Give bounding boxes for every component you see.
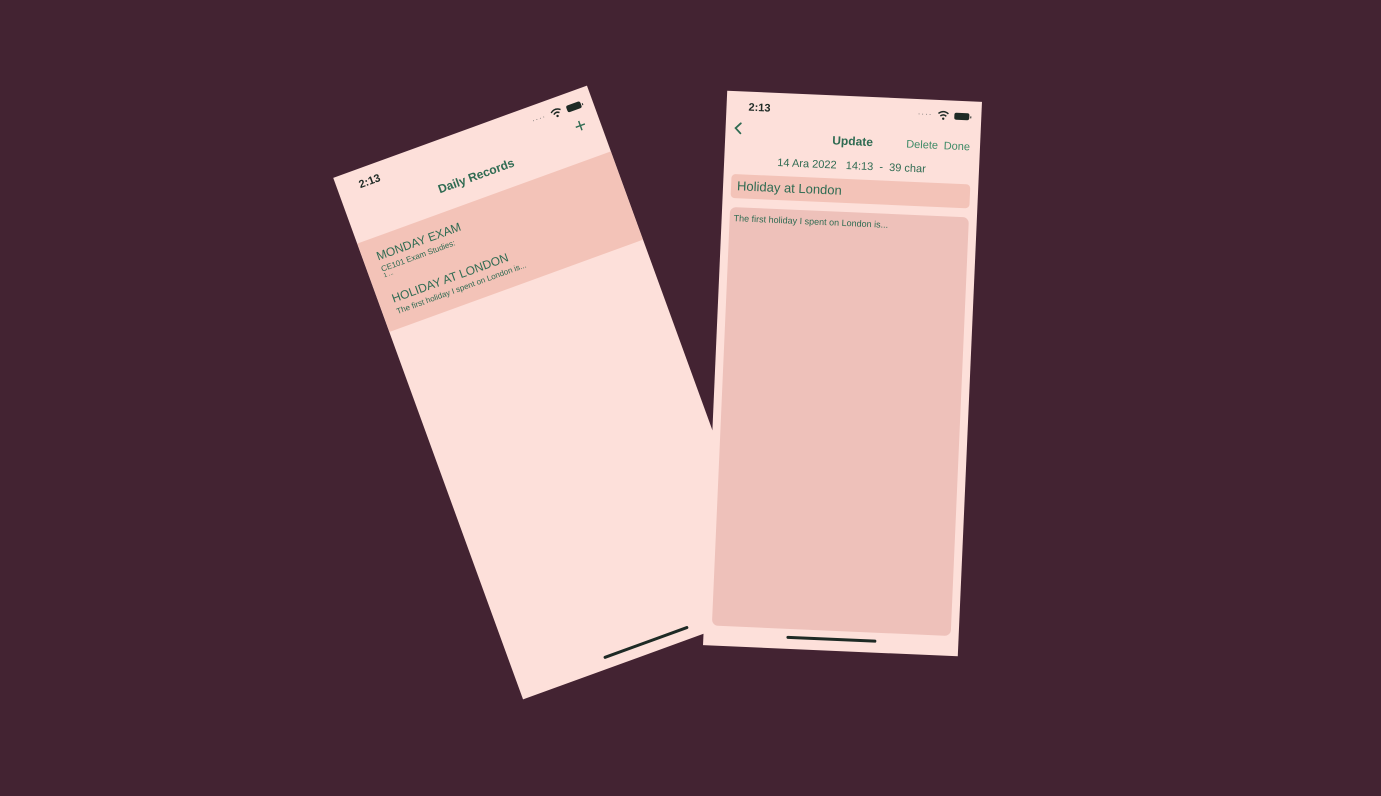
record-meta: 14 Ara 2022 14:13 - 39 char xyxy=(777,156,927,176)
record-editor-screen: 2:13 ···· Update Delete Done 14 Ara 2022… xyxy=(703,90,982,657)
page-title: Update xyxy=(832,133,874,150)
home-indicator xyxy=(785,635,876,643)
wifi-icon xyxy=(937,110,949,120)
stage: 2:13 ···· + Daily Records MONDAY EXAM CE… xyxy=(0,0,1381,796)
home-indicator xyxy=(603,625,689,660)
battery-icon xyxy=(954,112,970,120)
done-button[interactable]: Done xyxy=(943,140,970,153)
record-body-field[interactable]: The first holiday I spent on London is..… xyxy=(711,206,969,636)
wifi-icon xyxy=(550,108,561,118)
status-icons: ···· xyxy=(918,109,970,121)
status-time: 2:13 xyxy=(748,101,771,115)
battery-icon xyxy=(565,100,582,113)
status-time: 2:13 xyxy=(357,172,383,192)
records-list: MONDAY EXAM CE101 Exam Studies: 1 ... HO… xyxy=(357,151,644,333)
record-title-field[interactable]: Holiday at London xyxy=(730,173,971,209)
signal-icon: ···· xyxy=(917,109,933,119)
signal-icon: ···· xyxy=(530,111,548,126)
delete-button[interactable]: Delete xyxy=(906,139,938,152)
